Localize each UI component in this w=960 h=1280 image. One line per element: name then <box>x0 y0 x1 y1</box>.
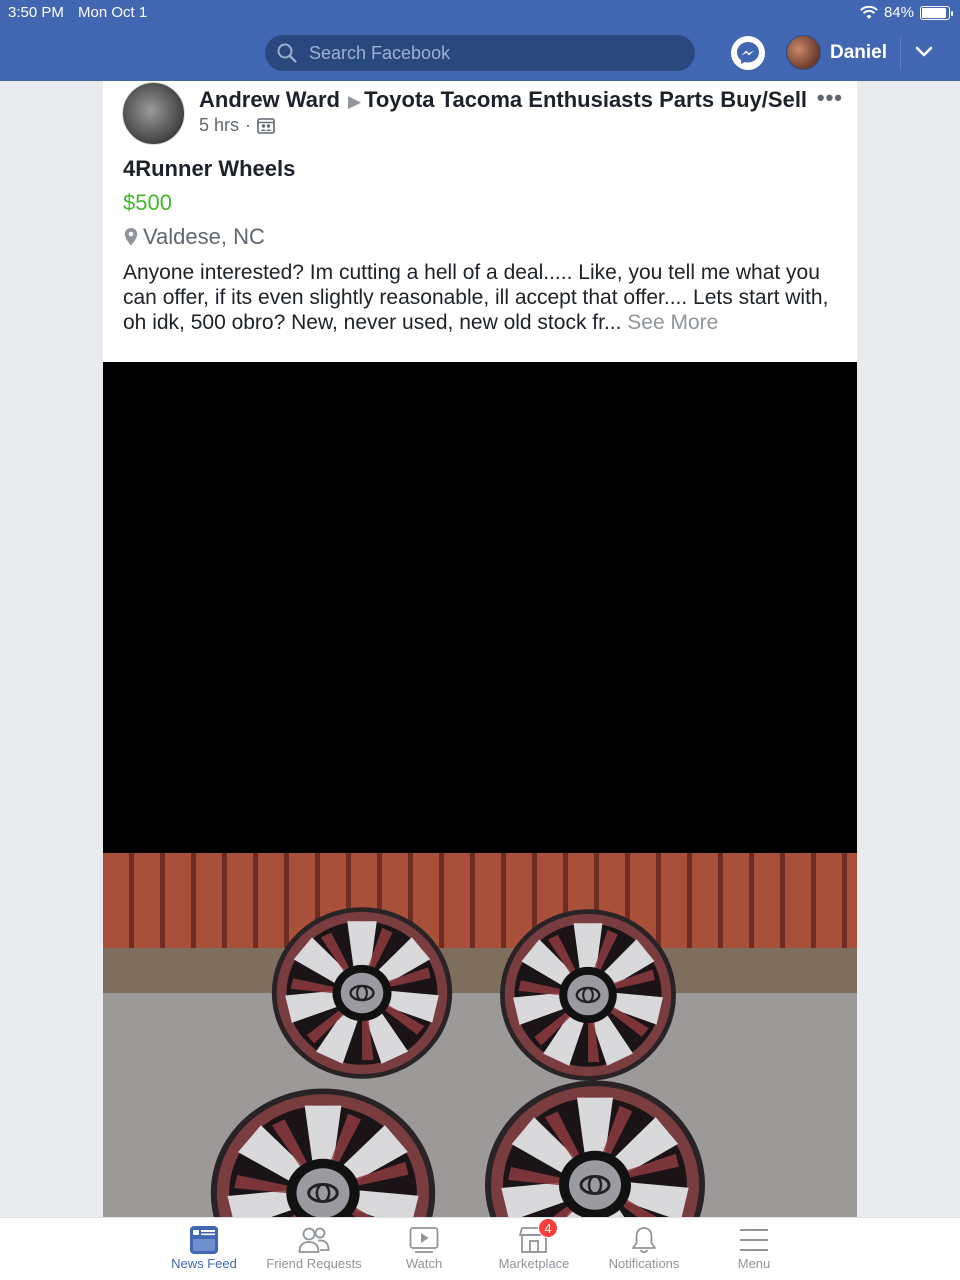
menu-icon <box>740 1229 768 1251</box>
listing-location: Valdese, NC <box>123 224 265 250</box>
more-options-button[interactable]: ••• <box>817 85 843 111</box>
marketplace-badge: 4 <box>538 1218 558 1238</box>
post-card: Andrew Ward ▶ Toyota Tacoma Enthusiasts Pa… <box>103 81 857 1217</box>
listing-title: 4Runner Wheels <box>123 156 296 181</box>
friend-requests-icon <box>298 1227 330 1253</box>
chevron-down-icon <box>915 46 933 57</box>
listing-photo-top[interactable] <box>103 362 857 853</box>
status-bar-left: 3:50 PM Mon Oct 1 <box>8 4 157 21</box>
messenger-icon <box>737 42 759 64</box>
tab-label: Marketplace <box>498 1256 570 1271</box>
group-privacy-icon <box>257 117 275 134</box>
tab-notifications[interactable]: Notifications <box>589 1224 699 1271</box>
battery-level <box>922 7 946 18</box>
tab-label: Watch <box>405 1256 443 1271</box>
arrow-right-icon: ▶ <box>347 92 362 111</box>
tab-label: News Feed <box>171 1256 237 1271</box>
tab-news-feed[interactable]: News Feed <box>149 1224 259 1271</box>
wheels-image <box>103 853 857 1217</box>
user-avatar[interactable] <box>786 35 821 70</box>
group-name[interactable]: Toyota Tacoma Enthusiasts Parts Buy/Sell <box>364 87 807 112</box>
tab-label: Menu <box>737 1256 771 1271</box>
listing-photo-wheels[interactable] <box>103 853 857 1217</box>
tab-menu[interactable]: Menu <box>699 1224 809 1271</box>
location-pin-icon <box>124 228 138 246</box>
listing-price: $500 <box>123 190 172 215</box>
battery-icon <box>920 5 953 20</box>
top-bar: 3:50 PM Mon Oct 1 84% Daniel <box>0 0 960 81</box>
messenger-button[interactable] <box>731 36 765 70</box>
tab-watch[interactable]: Watch <box>369 1224 479 1271</box>
post-meta: 5 hrs · <box>199 115 275 136</box>
location-text: Valdese, NC <box>143 224 265 249</box>
tab-marketplace[interactable]: 4 Marketplace <box>479 1218 589 1271</box>
author-avatar[interactable] <box>122 82 185 145</box>
tab-label: Notifications <box>608 1256 680 1271</box>
header-divider <box>900 36 901 70</box>
account-dropdown-button[interactable] <box>914 42 934 67</box>
search-bar[interactable] <box>265 35 695 71</box>
author-name[interactable]: Andrew Ward <box>199 87 340 112</box>
tab-label: Friend Requests <box>266 1256 362 1271</box>
search-input[interactable] <box>309 42 669 64</box>
status-bar-right: 84% <box>860 4 953 21</box>
meta-separator: · <box>245 115 252 135</box>
user-name[interactable]: Daniel <box>830 42 887 64</box>
status-time: 3:50 PM <box>8 4 64 21</box>
post-body: Anyone interested? Im cutting a hell of … <box>123 260 848 335</box>
see-more-link[interactable]: See More <box>627 311 718 334</box>
news-feed-icon <box>190 1226 218 1254</box>
search-icon <box>277 43 297 63</box>
post-header: Andrew Ward ▶ Toyota Tacoma Enthusiasts Pa… <box>199 87 807 113</box>
watch-icon <box>409 1227 439 1253</box>
bottom-tab-bar: News Feed Friend Requests Watch 4 Market… <box>0 1217 960 1280</box>
post-body-text: Anyone interested? Im cutting a hell of … <box>123 261 829 334</box>
post-time[interactable]: 5 hrs <box>199 115 239 136</box>
battery-percent: 84% <box>883 4 914 21</box>
wifi-icon <box>860 5 878 19</box>
bell-icon <box>632 1227 656 1254</box>
tab-friend-requests[interactable]: Friend Requests <box>259 1224 369 1271</box>
status-date: Mon Oct 1 <box>78 4 148 21</box>
